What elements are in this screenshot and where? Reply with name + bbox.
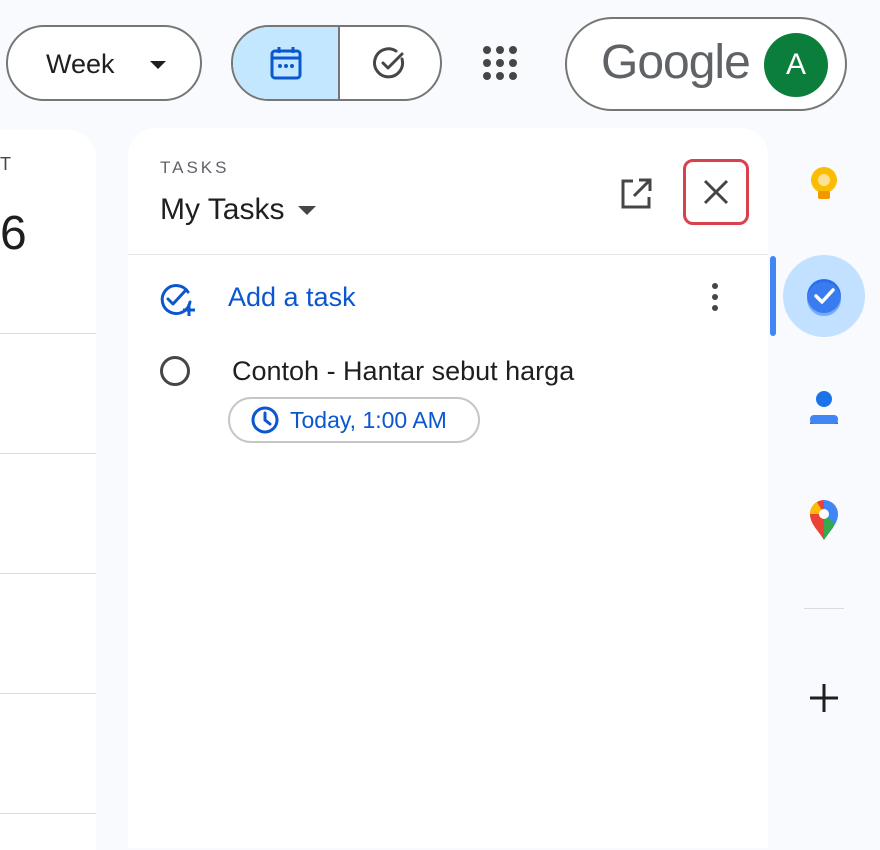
caret-down-icon <box>298 205 317 215</box>
view-selector-label: Week <box>46 49 115 79</box>
avatar[interactable]: A <box>764 33 828 97</box>
google-account-button[interactable]: Google A <box>565 17 847 111</box>
view-selector-button[interactable]: Week <box>6 25 202 101</box>
task-item[interactable]: Contoh - Hantar sebut harga Today, 1:00 … <box>158 352 718 452</box>
day-of-week-label: T <box>0 154 13 174</box>
hour-gridline <box>0 573 96 574</box>
more-vert-icon <box>712 283 718 311</box>
header-divider <box>128 254 768 255</box>
contacts-button[interactable] <box>800 384 848 437</box>
tasks-panel: TASKS My Tasks Add a task Contoh - Hanta… <box>128 128 768 848</box>
tasks-icon <box>807 279 841 316</box>
add-task-button[interactable]: Add a task <box>158 278 718 322</box>
google-logo: Google <box>601 36 751 89</box>
add-task-icon <box>160 284 195 316</box>
open-in-new-tab-button[interactable] <box>616 174 656 214</box>
tasks-rail-button[interactable] <box>783 255 865 337</box>
due-date-text: Today, 1:00 AM <box>290 407 447 433</box>
task-complete-checkbox[interactable] <box>160 356 190 386</box>
add-icon <box>810 684 838 712</box>
maps-icon <box>810 500 838 540</box>
task-check-icon <box>373 47 405 79</box>
close-panel-button[interactable] <box>683 159 749 225</box>
calendar-icon <box>270 47 302 80</box>
add-addon-button[interactable] <box>804 678 844 723</box>
more-options-button[interactable] <box>700 278 730 318</box>
hour-gridline <box>0 333 96 334</box>
close-icon <box>703 179 729 205</box>
contacts-icon <box>810 391 838 424</box>
day-number[interactable]: 6 <box>0 206 27 261</box>
view-switcher <box>231 25 442 101</box>
task-title[interactable]: Contoh - Hantar sebut harga <box>232 356 574 387</box>
hour-gridline <box>0 693 96 694</box>
calendar-day-column: T 6 <box>0 130 96 850</box>
calendar-view-toggle[interactable] <box>233 27 340 99</box>
add-task-label: Add a task <box>228 282 356 312</box>
clock-icon <box>251 406 279 434</box>
keep-icon <box>811 167 837 199</box>
caret-down-icon <box>150 61 166 69</box>
rail-divider <box>804 608 844 609</box>
maps-button[interactable] <box>800 496 848 549</box>
hour-gridline <box>0 453 96 454</box>
panel-section-label: TASKS <box>160 158 230 177</box>
apps-grid-icon <box>483 46 517 80</box>
scrollbar[interactable] <box>770 256 776 336</box>
tasks-view-toggle[interactable] <box>340 27 440 99</box>
open-in-new-icon <box>621 178 652 209</box>
task-list-name: My Tasks <box>160 193 285 226</box>
task-list-selector[interactable]: My Tasks <box>160 190 317 230</box>
apps-grid-button[interactable] <box>478 41 522 85</box>
hour-gridline <box>0 813 96 814</box>
due-date-chip[interactable]: Today, 1:00 AM <box>228 397 480 443</box>
keep-button[interactable] <box>800 160 848 213</box>
